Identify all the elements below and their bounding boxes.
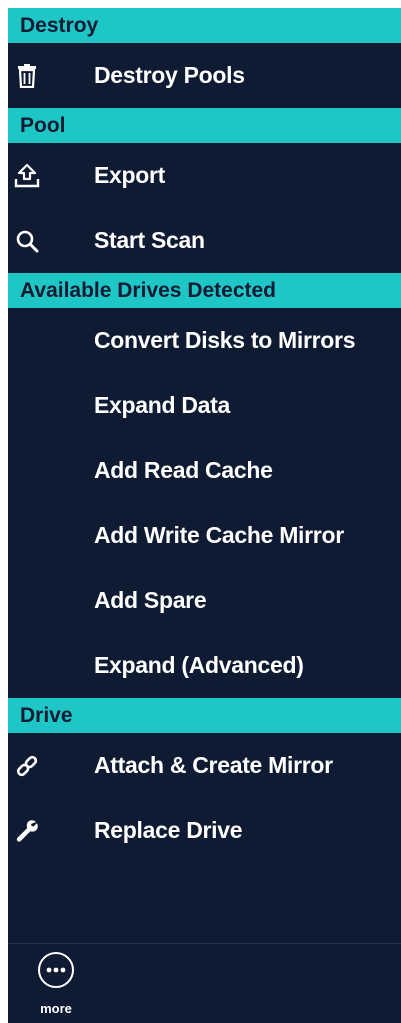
footer-bar: more bbox=[8, 943, 401, 1023]
more-label: more bbox=[40, 1001, 72, 1016]
ellipsis-icon bbox=[46, 967, 66, 973]
link-icon bbox=[12, 751, 42, 781]
section-header-pool: Pool bbox=[8, 108, 401, 143]
search-icon bbox=[12, 226, 42, 256]
menu-item-label: Expand Data bbox=[94, 392, 231, 418]
menu-item-add-write-cache-mirror[interactable]: Add Write Cache Mirror bbox=[8, 503, 401, 568]
menu-item-replace-drive[interactable]: Replace Drive bbox=[8, 798, 401, 863]
menu-item-label: Add Write Cache Mirror bbox=[94, 522, 344, 548]
more-button[interactable] bbox=[38, 952, 74, 988]
export-icon bbox=[12, 161, 42, 191]
wrench-icon bbox=[12, 816, 42, 846]
menu-item-expand-advanced[interactable]: Expand (Advanced) bbox=[8, 633, 401, 698]
menu-item-destroy-pools[interactable]: Destroy Pools bbox=[8, 43, 401, 108]
menu-item-export[interactable]: Export bbox=[8, 143, 401, 208]
menu-item-convert-disks-to-mirrors[interactable]: Convert Disks to Mirrors bbox=[8, 308, 401, 373]
section-header-destroy: Destroy bbox=[8, 8, 401, 43]
menu-item-label: Expand (Advanced) bbox=[94, 652, 304, 678]
trash-icon bbox=[12, 61, 42, 91]
menu-item-label: Export bbox=[94, 162, 166, 188]
section-header-available-drives: Available Drives Detected bbox=[8, 273, 401, 308]
menu-item-start-scan[interactable]: Start Scan bbox=[8, 208, 401, 273]
menu-item-label: Start Scan bbox=[94, 227, 205, 253]
section-header-drive: Drive bbox=[8, 698, 401, 733]
menu-item-label: Replace Drive bbox=[94, 817, 243, 843]
menu-item-label: Attach & Create Mirror bbox=[94, 752, 333, 778]
menu-item-add-spare[interactable]: Add Spare bbox=[8, 568, 401, 633]
menu-item-label: Add Spare bbox=[94, 587, 207, 613]
menu-item-add-read-cache[interactable]: Add Read Cache bbox=[8, 438, 401, 503]
action-menu-panel: Destroy Destroy Pools Pool Export Start … bbox=[8, 8, 401, 1023]
menu-item-label: Add Read Cache bbox=[94, 457, 273, 483]
menu-item-attach-create-mirror[interactable]: Attach & Create Mirror bbox=[8, 733, 401, 798]
menu-item-label: Destroy Pools bbox=[94, 62, 245, 88]
menu-item-label: Convert Disks to Mirrors bbox=[94, 327, 356, 353]
menu-item-expand-data[interactable]: Expand Data bbox=[8, 373, 401, 438]
